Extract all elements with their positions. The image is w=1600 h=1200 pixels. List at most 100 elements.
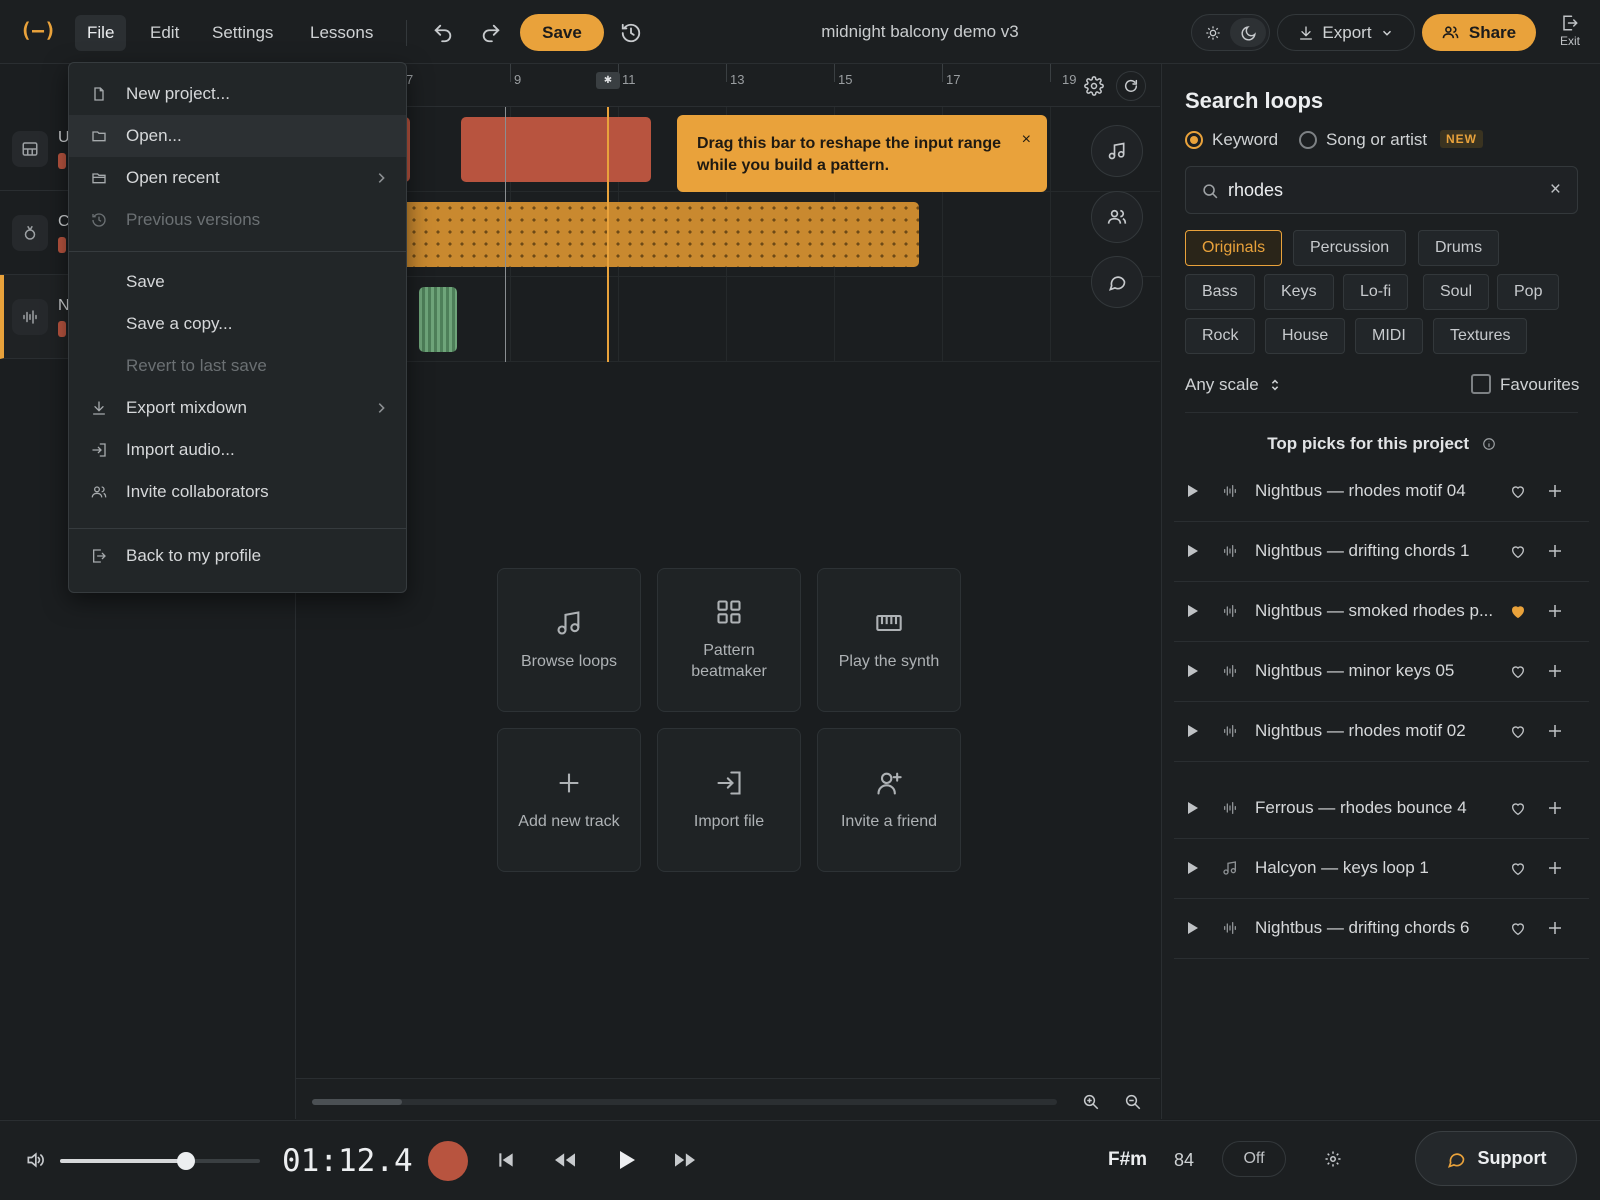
skip-to-start-icon[interactable] <box>494 1148 518 1172</box>
moon-icon[interactable] <box>1237 22 1259 44</box>
loop-row[interactable]: Nightbus — drifting chords 1 <box>1174 522 1589 582</box>
loop-row[interactable]: Ferrous — rhodes bounce 4 <box>1174 779 1589 839</box>
volume-knob[interactable] <box>177 1152 195 1170</box>
play-synth-tile[interactable]: Play the synth <box>817 568 961 712</box>
favourites-checkbox[interactable] <box>1471 374 1491 394</box>
metronome-toggle[interactable]: Off <box>1222 1141 1286 1177</box>
loop-name[interactable]: Ferrous — rhodes bounce 4 <box>1255 798 1467 818</box>
chip-drums[interactable]: Drums <box>1418 230 1500 266</box>
chip-lofi[interactable]: Lo-fi <box>1343 274 1409 310</box>
heart-icon[interactable] <box>1510 664 1526 680</box>
fast-forward-icon[interactable] <box>672 1148 698 1172</box>
loop-start-line[interactable] <box>505 107 506 362</box>
project-title[interactable]: midnight balcony demo v3 <box>760 22 1080 42</box>
heart-icon[interactable] <box>1510 861 1526 877</box>
horizontal-scrollbar[interactable] <box>312 1099 1057 1105</box>
key-display[interactable]: F#m <box>1108 1149 1147 1171</box>
invite-friend-tile[interactable]: Invite a friend <box>817 728 961 872</box>
play-icon[interactable] <box>612 1146 640 1174</box>
heart-icon[interactable] <box>1510 921 1526 937</box>
menu-open-recent[interactable]: Open recent <box>69 157 406 199</box>
radio-keyword-label[interactable]: Keyword <box>1212 130 1278 150</box>
zoom-out-icon[interactable] <box>1122 1091 1144 1113</box>
scale-select[interactable]: Any scale <box>1185 375 1281 395</box>
play-preview-icon[interactable] <box>1187 664 1199 678</box>
chat-icon[interactable] <box>1091 256 1143 308</box>
add-loop-icon[interactable] <box>1546 859 1564 877</box>
menu-invite-collaborators[interactable]: Invite collaborators <box>69 471 406 513</box>
record-button[interactable] <box>428 1141 468 1181</box>
heart-icon[interactable] <box>1510 604 1526 620</box>
add-loop-icon[interactable] <box>1546 722 1564 740</box>
sun-icon[interactable] <box>1202 22 1224 44</box>
play-preview-icon[interactable] <box>1187 484 1199 498</box>
chip-midi[interactable]: MIDI <box>1355 318 1423 354</box>
clear-search-button[interactable]: × <box>1550 179 1561 201</box>
loop-name[interactable]: Nightbus — drifting chords 1 <box>1255 541 1470 561</box>
volume-slider[interactable] <box>60 1152 260 1170</box>
play-preview-icon[interactable] <box>1187 724 1199 738</box>
rewind-icon[interactable] <box>552 1148 578 1172</box>
pattern-beatmaker-tile[interactable]: Pattern beatmaker <box>657 568 801 712</box>
clip[interactable] <box>461 117 651 182</box>
volume-icon[interactable] <box>24 1149 46 1171</box>
playhead[interactable] <box>607 107 609 362</box>
exit-button[interactable]: Exit <box>1552 14 1588 48</box>
menu-settings[interactable]: Settings <box>200 15 285 51</box>
menu-back-to-profile[interactable]: Back to my profile <box>69 535 406 577</box>
play-preview-icon[interactable] <box>1187 604 1199 618</box>
support-button[interactable]: Support <box>1415 1131 1577 1186</box>
loop-name[interactable]: Nightbus — smoked rhodes p... <box>1255 601 1493 621</box>
loop-name[interactable]: Halcyon — keys loop 1 <box>1255 858 1429 878</box>
chip-originals[interactable]: Originals <box>1185 230 1283 266</box>
menu-import-audio[interactable]: Import audio... <box>69 429 406 471</box>
loop-name[interactable]: Nightbus — rhodes motif 02 <box>1255 721 1466 741</box>
chip-bass[interactable]: Bass <box>1185 274 1255 310</box>
add-loop-icon[interactable] <box>1546 482 1564 500</box>
play-preview-icon[interactable] <box>1187 921 1199 935</box>
heart-icon[interactable] <box>1510 484 1526 500</box>
music-note-icon[interactable] <box>1091 125 1143 177</box>
heart-icon[interactable] <box>1510 801 1526 817</box>
tooltip-close-button[interactable]: × <box>1022 129 1031 151</box>
gear-icon[interactable] <box>1322 1148 1344 1170</box>
chip-pop[interactable]: Pop <box>1497 274 1560 310</box>
loop-row[interactable]: Nightbus — rhodes motif 02 <box>1174 702 1589 762</box>
menu-save-copy[interactable]: Save a copy... <box>69 303 406 345</box>
loop-row[interactable]: Nightbus — drifting chords 6 <box>1174 899 1589 959</box>
menu-export-mixdown[interactable]: Export mixdown <box>69 387 406 429</box>
radio-song-artist[interactable] <box>1299 131 1317 149</box>
add-loop-icon[interactable] <box>1546 542 1564 560</box>
playhead-marker[interactable]: ✱ <box>596 72 620 89</box>
save-button[interactable]: Save <box>520 14 604 51</box>
favourites-label[interactable]: Favourites <box>1500 375 1579 395</box>
undo-icon[interactable] <box>430 20 456 46</box>
import-file-tile[interactable]: Import file <box>657 728 801 872</box>
chip-rock[interactable]: Rock <box>1185 318 1256 354</box>
users-icon[interactable] <box>1091 191 1143 243</box>
chip-percussion[interactable]: Percussion <box>1293 230 1407 266</box>
loop-name[interactable]: Nightbus — minor keys 05 <box>1255 661 1454 681</box>
chip-soul[interactable]: Soul <box>1423 274 1490 310</box>
gear-icon[interactable] <box>1082 74 1106 98</box>
menu-file[interactable]: File <box>75 15 127 51</box>
menu-lessons[interactable]: Lessons <box>298 15 385 51</box>
heart-icon[interactable] <box>1510 544 1526 560</box>
redo-icon[interactable] <box>478 20 504 46</box>
history-icon[interactable] <box>618 20 644 46</box>
play-preview-icon[interactable] <box>1187 801 1199 815</box>
share-button[interactable]: Share <box>1422 14 1536 51</box>
add-loop-icon[interactable] <box>1546 799 1564 817</box>
loop-name[interactable]: Nightbus — rhodes motif 04 <box>1255 481 1466 501</box>
scrollbar-thumb[interactable] <box>312 1099 402 1105</box>
refresh-icon[interactable] <box>1116 71 1146 101</box>
add-track-tile[interactable]: Add new track <box>497 728 641 872</box>
chip-textures[interactable]: Textures <box>1433 318 1528 354</box>
menu-new-project[interactable]: New project... <box>69 73 406 115</box>
loop-row[interactable]: Nightbus — smoked rhodes p... <box>1174 582 1589 642</box>
add-loop-icon[interactable] <box>1546 919 1564 937</box>
export-button[interactable]: Export <box>1277 14 1415 51</box>
search-input[interactable] <box>1228 177 1528 203</box>
loop-row[interactable]: Halcyon — keys loop 1 <box>1174 839 1589 899</box>
pattern-clip[interactable] <box>396 202 919 267</box>
